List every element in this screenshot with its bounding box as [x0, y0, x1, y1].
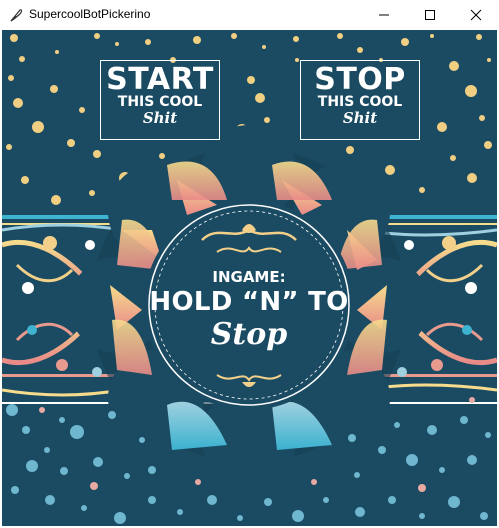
stop-button-subtitle: THIS COOL	[317, 94, 403, 110]
minimize-icon	[379, 14, 389, 16]
start-button-subtitle: THIS COOL	[117, 94, 203, 110]
maximize-icon	[425, 10, 435, 20]
window-title: SupercoolBotPickerino	[29, 7, 151, 21]
instructions-main: HOLD “N” TO	[149, 287, 349, 317]
stop-button-title: STOP	[314, 62, 406, 97]
maximize-button[interactable]	[407, 0, 453, 30]
close-button[interactable]	[453, 0, 499, 30]
minimize-button[interactable]	[361, 0, 407, 30]
close-icon	[470, 9, 482, 21]
start-button-title: START	[106, 62, 214, 97]
app-window: SupercoolBotPickerino START THIS COOL Sh…	[0, 0, 499, 528]
start-button[interactable]: START THIS COOL Shit	[100, 60, 220, 140]
stop-button[interactable]: STOP THIS COOL Shit	[300, 60, 420, 140]
start-button-script: Shit	[142, 109, 178, 127]
instructions-label: INGAME:	[212, 268, 286, 286]
title-bar[interactable]: SupercoolBotPickerino	[0, 0, 499, 30]
background-canvas: START THIS COOL Shit STOP THIS COOL Shit…	[2, 30, 497, 526]
feather-icon	[8, 7, 24, 23]
stop-button-script: Shit	[342, 109, 378, 127]
hotkey-instructions: INGAME: HOLD “N” TO Stop	[149, 268, 349, 352]
instructions-script: Stop	[210, 317, 288, 352]
